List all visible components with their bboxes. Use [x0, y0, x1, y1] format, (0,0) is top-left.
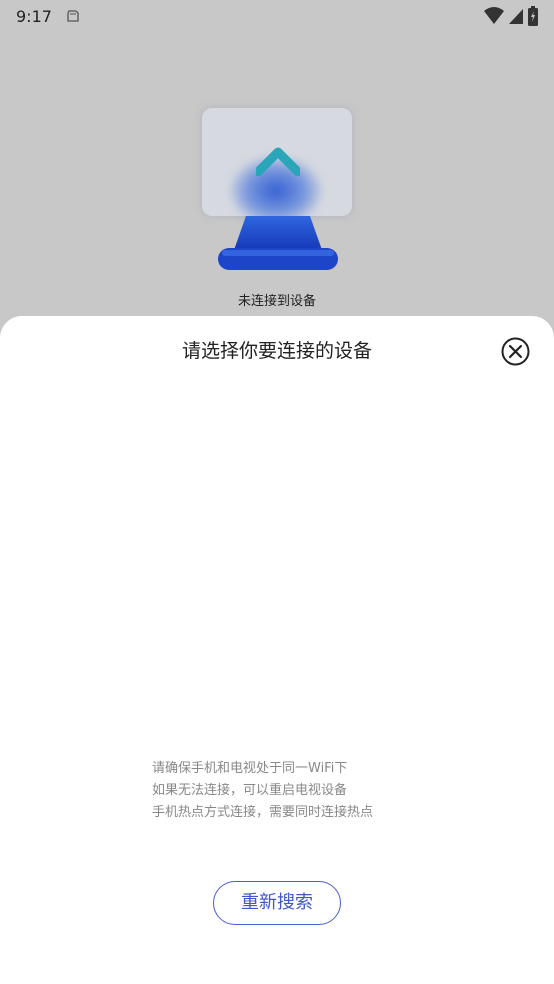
tv-stand [218, 216, 338, 270]
status-icons [484, 6, 538, 26]
connection-hints: 请确保手机和电视处于同一WiFi下 如果无法连接，可以重启电视设备 手机热点方式… [152, 758, 452, 824]
hint-line: 如果无法连接，可以重启电视设备 [152, 783, 348, 798]
connection-status-label: 未连接到设备 [237, 294, 316, 309]
rescan-button[interactable]: 重新搜索 [213, 881, 341, 925]
close-icon[interactable] [500, 336, 531, 367]
tv-icon [200, 106, 354, 278]
signal-icon [509, 9, 523, 24]
device-list [0, 386, 554, 746]
device-picker-sheet: 请选择你要连接的设备 请确保手机和电视处于同一WiFi下 如果无法连接，可以重启… [0, 316, 554, 984]
battery-icon [528, 6, 538, 26]
hint-line: 手机热点方式连接，需要同时连接热点 [152, 805, 374, 820]
wifi-icon [484, 7, 504, 24]
sheet-title: 请选择你要连接的设备 [181, 340, 372, 362]
status-time: 9:17 [16, 6, 52, 26]
hint-line: 请确保手机和电视处于同一WiFi下 [152, 761, 348, 776]
cast-arrow-icon [256, 147, 300, 176]
status-bar: 9:17 [0, 0, 554, 32]
sd-card-icon [67, 10, 79, 22]
